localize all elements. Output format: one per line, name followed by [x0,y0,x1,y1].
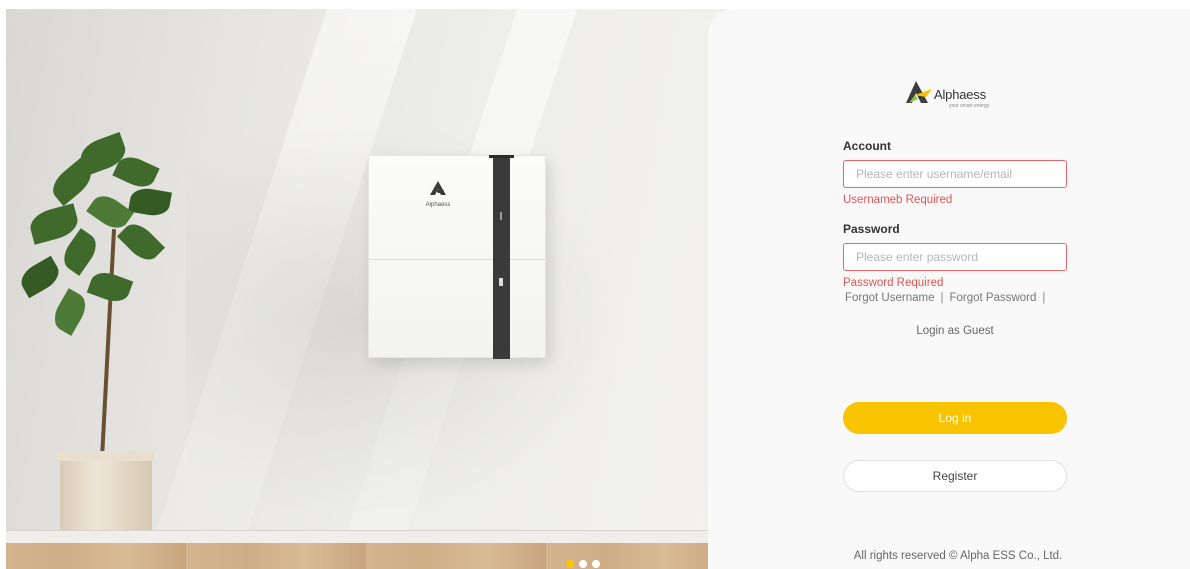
forgot-username-link[interactable]: Forgot Username [845,292,934,304]
battery-switch-icon [499,278,503,286]
plant-leaf [128,185,172,219]
forgot-password-link[interactable]: Forgot Password [949,292,1036,304]
battery-led-icon [500,212,502,220]
account-input[interactable] [843,160,1067,188]
alphaess-logo-icon [430,181,446,195]
register-button[interactable]: Register [843,460,1067,492]
battery-unit: Alphaess [368,155,546,359]
forgot-links: Forgot Username | Forgot Password | [845,292,1045,304]
carousel-dot-3[interactable] [592,560,600,568]
battery-strip [489,155,514,359]
plant-leaf [16,255,64,299]
password-input[interactable] [843,243,1067,271]
baseboard [6,530,736,544]
copyright-footer: All rights reserved © Alpha ESS Co., Ltd… [853,550,1063,562]
brand-logo: Alphaess your smart energy [906,79,1016,113]
battery-logo: Alphaess [424,181,452,211]
password-error: Password Required [843,277,944,289]
potted-plant [16,129,190,569]
account-label: Account [843,139,891,153]
battery-logo-text: Alphaess [425,202,451,208]
brand-tagline: your smart energy [949,103,990,109]
link-separator: | [1042,292,1046,304]
login-as-guest-link[interactable]: Login as Guest [843,325,1067,337]
wood-floor [6,543,736,569]
plant-leaf [48,288,92,336]
hero-image: Alphaess [6,9,736,569]
link-separator: | [940,292,944,304]
battery-divider [369,259,545,260]
carousel-dots [566,560,600,568]
carousel-dot-2[interactable] [579,560,587,568]
plant-trunk [99,229,117,459]
password-label: Password [843,222,900,236]
plant-leaf [86,267,134,307]
carousel-dot-1[interactable] [566,560,574,568]
account-error: Usernameb Required [843,194,953,206]
login-button[interactable]: Log in [843,402,1067,434]
alphaess-logo-icon [906,81,932,103]
login-panel: Alphaess your smart energy Account Usern… [708,9,1190,569]
brand-name: Alphaess [934,87,986,102]
